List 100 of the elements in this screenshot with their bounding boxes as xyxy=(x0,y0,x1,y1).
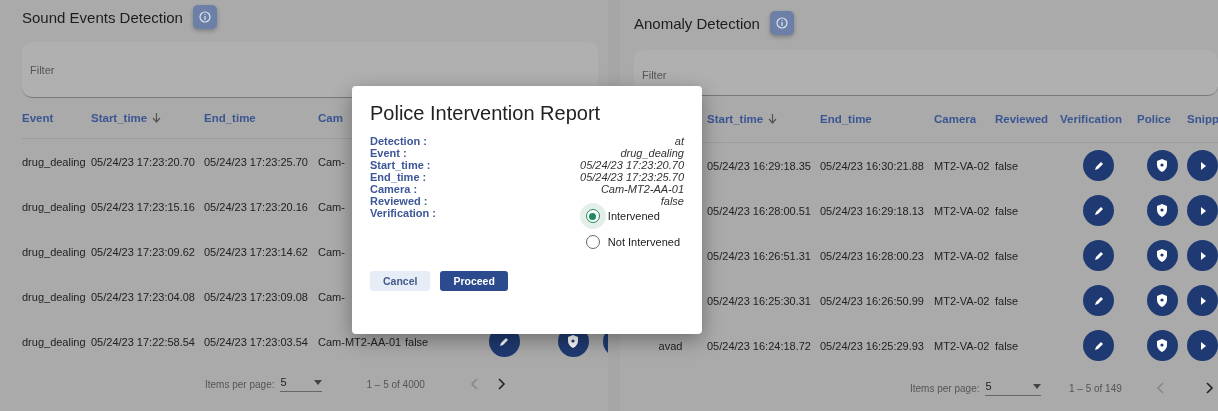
pencil-icon xyxy=(1092,294,1105,307)
shield-icon xyxy=(1156,294,1168,307)
play-button[interactable] xyxy=(1187,330,1218,361)
table-cell: 05/24/23 16:25:30.31 xyxy=(707,294,811,307)
shield-icon xyxy=(1156,204,1168,217)
column-header[interactable]: Start_time xyxy=(707,113,778,125)
play-button[interactable] xyxy=(1187,285,1218,316)
table-cell: 05/24/23 16:29:18.35 xyxy=(707,159,811,172)
police-button[interactable] xyxy=(1146,195,1178,226)
page-size-select[interactable]: 5 xyxy=(985,380,1041,396)
table-cell: MT2-VA-02 xyxy=(934,339,990,352)
info-icon xyxy=(775,17,788,29)
table-cell: avad xyxy=(658,339,683,352)
table-cell: 05/24/23 16:29:18.13 xyxy=(820,204,924,217)
table-cell: MT2-VA-02 xyxy=(934,204,990,217)
table-cell: false xyxy=(995,294,1019,307)
field-label: Reviewed : xyxy=(370,195,428,207)
field-label: End_time : xyxy=(370,171,427,183)
field-label: Verification : xyxy=(370,207,437,221)
table-cell: drug_dealing xyxy=(22,200,86,213)
page-range: 1 – 5 of 149 xyxy=(1068,382,1122,394)
info-button[interactable] xyxy=(192,5,217,29)
table-cell: 05/24/23 17:22:58.54 xyxy=(91,335,195,348)
table-cell: MT2-VA-02 xyxy=(934,159,990,172)
table-cell: 05/24/23 16:26:51.31 xyxy=(707,249,811,262)
table-cell: MT2-VA-02 xyxy=(934,294,990,307)
caret-icon xyxy=(314,379,323,385)
pencil-icon xyxy=(1092,204,1105,217)
panel-title: Sound Events Detection xyxy=(22,8,183,26)
caret-icon xyxy=(1032,383,1041,389)
page-range: 1 – 5 of 4000 xyxy=(366,378,425,390)
table-cell: 05/24/23 16:30:21.88 xyxy=(820,159,924,172)
table-cell: false xyxy=(995,159,1019,172)
page-size-select[interactable]: 5 xyxy=(280,376,323,392)
column-header[interactable]: Camera xyxy=(934,113,977,125)
column-header[interactable]: Snipp xyxy=(1187,113,1218,125)
column-header[interactable]: Event xyxy=(22,112,54,124)
field-value: drug_dealing xyxy=(620,147,684,159)
table-cell: 05/24/23 17:23:20.16 xyxy=(204,200,308,213)
shield-icon xyxy=(1156,159,1168,172)
table-cell: false xyxy=(405,335,429,348)
column-header[interactable]: Start_time xyxy=(91,112,162,124)
table-cell: Cam- xyxy=(318,200,345,213)
filter-field[interactable]: Filter xyxy=(22,42,598,98)
cancel-button[interactable]: Cancel xyxy=(370,271,431,291)
panel-title: Anomaly Detection xyxy=(634,14,760,32)
chevron-left-icon xyxy=(1155,382,1164,394)
column-header[interactable]: Reviewed xyxy=(995,113,1049,125)
proceed-button[interactable]: Proceed xyxy=(440,271,508,291)
radio-option[interactable]: Intervened xyxy=(579,203,660,229)
items-per-page-label: Items per page: xyxy=(205,378,275,390)
field-value: 05/24/23 17:23:20.70 xyxy=(580,159,684,171)
arrow-down-icon xyxy=(152,113,162,123)
field-value: Cam-MT2-AA-01 xyxy=(600,183,684,195)
pencil-icon xyxy=(1092,249,1105,262)
table-cell: 05/24/23 17:23:20.70 xyxy=(91,155,195,168)
arrow-down-icon xyxy=(768,114,778,124)
info-button[interactable] xyxy=(769,11,794,35)
police-button[interactable] xyxy=(1146,240,1178,271)
table-cell: 05/24/23 17:23:15.16 xyxy=(91,200,195,213)
pencil-icon xyxy=(1092,339,1105,352)
field-label: Event : xyxy=(370,147,407,159)
table-cell: Cam-MT2-AA-01 xyxy=(318,335,402,348)
radio-option[interactable]: Not Intervened xyxy=(579,229,680,255)
chevron-left-icon xyxy=(469,378,478,390)
table-cell: 05/24/23 16:25:29.93 xyxy=(820,339,924,352)
field-label: Start_time : xyxy=(370,159,431,171)
play-button[interactable] xyxy=(1187,195,1218,226)
table-cell: 05/24/23 17:23:09.62 xyxy=(91,245,195,258)
play-button[interactable] xyxy=(1187,150,1218,181)
table-cell: drug_dealing xyxy=(22,245,86,258)
table-cell: drug_dealing xyxy=(22,335,86,348)
table-cell: drug_dealing xyxy=(22,155,86,168)
column-header[interactable]: End_time xyxy=(820,113,872,125)
column-header[interactable]: End_time xyxy=(204,112,256,124)
table-cell: false xyxy=(995,339,1019,352)
police-button[interactable] xyxy=(1146,330,1178,361)
play-button[interactable] xyxy=(1187,240,1218,271)
table-cell: 05/24/23 17:23:14.62 xyxy=(204,245,308,258)
column-header[interactable]: Police xyxy=(1137,113,1171,125)
column-header[interactable]: Verification xyxy=(1060,113,1122,125)
info-icon xyxy=(198,11,211,23)
column-header[interactable]: Cam xyxy=(318,112,343,124)
table-cell: Cam- xyxy=(318,290,345,303)
police-button[interactable] xyxy=(1146,285,1178,316)
dialog-title: Police Intervention Report xyxy=(370,102,602,125)
table-cell: 05/24/23 16:28:00.23 xyxy=(820,249,924,262)
table-cell: Cam- xyxy=(318,245,345,258)
shield-icon xyxy=(1156,249,1168,262)
table-cell: 05/24/23 16:24:18.72 xyxy=(707,339,811,352)
table-cell: false xyxy=(995,249,1019,262)
filter-field[interactable]: Filter xyxy=(634,50,1218,96)
field-label: Camera : xyxy=(370,183,418,195)
table-cell: 05/24/23 16:26:50.99 xyxy=(820,294,924,307)
police-button[interactable] xyxy=(1146,150,1178,181)
table-cell: 05/24/23 17:23:03.54 xyxy=(204,335,308,348)
table-cell: 05/24/23 16:28:00.51 xyxy=(707,204,811,217)
table-cell: 05/24/23 17:23:09.08 xyxy=(204,290,308,303)
table-cell: drug_dealing xyxy=(22,290,86,303)
table-cell: 05/24/23 17:23:25.70 xyxy=(204,155,308,168)
